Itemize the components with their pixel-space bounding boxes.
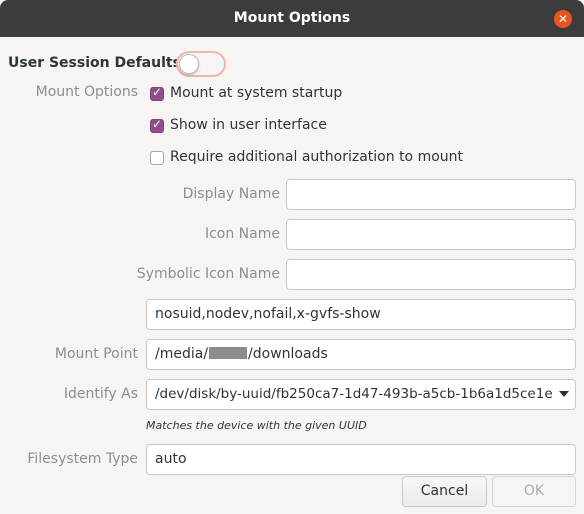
cancel-button[interactable]: Cancel [402, 476, 487, 507]
redacted-username [209, 347, 248, 359]
mount-point-prefix: /media/ [155, 346, 209, 362]
identify-as-hint: Matches the device with the given UUID [146, 419, 367, 432]
symbolic-icon-name-input[interactable] [286, 259, 576, 290]
filesystem-type-value: auto [155, 451, 187, 467]
toggle-knob [179, 54, 199, 74]
icon-name-label: Icon Name [204, 226, 280, 242]
mount-at-startup-label[interactable]: Mount at system startup [170, 85, 342, 101]
display-name-input[interactable] [286, 179, 576, 210]
title-bar: Mount Options ✕ [0, 0, 584, 37]
symbolic-icon-name-label: Symbolic Icon Name [136, 266, 280, 282]
filesystem-type-input[interactable]: auto [146, 444, 576, 475]
mount-point-value: /media/ /downloads [155, 346, 328, 362]
require-auth-label[interactable]: Require additional authorization to moun… [170, 149, 463, 165]
dialog-title: Mount Options [233, 10, 351, 26]
mount-options-value: nosuid,nodev,nofail,x-gvfs-show [155, 306, 381, 322]
mount-at-startup-checkbox[interactable] [150, 85, 164, 101]
close-icon: ✕ [557, 12, 569, 26]
mount-options-dialog: Mount Options ✕ User Session Defaults Mo… [0, 0, 584, 514]
mount-options-label: Mount Options [35, 84, 138, 100]
chevron-down-icon [559, 391, 569, 397]
display-name-label: Display Name [182, 186, 280, 202]
user-session-defaults-toggle[interactable] [176, 51, 226, 77]
mount-point-label: Mount Point [54, 346, 138, 362]
identify-as-label: Identify As [63, 386, 138, 402]
mount-point-input[interactable]: /media/ /downloads [146, 339, 576, 370]
show-in-ui-checkbox[interactable] [150, 117, 164, 133]
require-auth-checkbox[interactable] [150, 151, 164, 165]
ok-button[interactable]: OK [492, 476, 576, 507]
filesystem-type-label: Filesystem Type [27, 451, 138, 467]
identify-as-dropdown[interactable]: /dev/disk/by-uuid/fb250ca7-1d47-493b-a5c… [146, 379, 576, 410]
icon-name-input[interactable] [286, 219, 576, 250]
identify-as-selected: /dev/disk/by-uuid/fb250ca7-1d47-493b-a5c… [155, 386, 553, 402]
close-button[interactable]: ✕ [554, 10, 572, 28]
show-in-ui-label[interactable]: Show in user interface [170, 117, 327, 133]
mount-options-input[interactable]: nosuid,nodev,nofail,x-gvfs-show [146, 299, 576, 330]
user-session-defaults-label: User Session Defaults [8, 55, 181, 71]
mount-point-suffix: /downloads [248, 346, 328, 362]
